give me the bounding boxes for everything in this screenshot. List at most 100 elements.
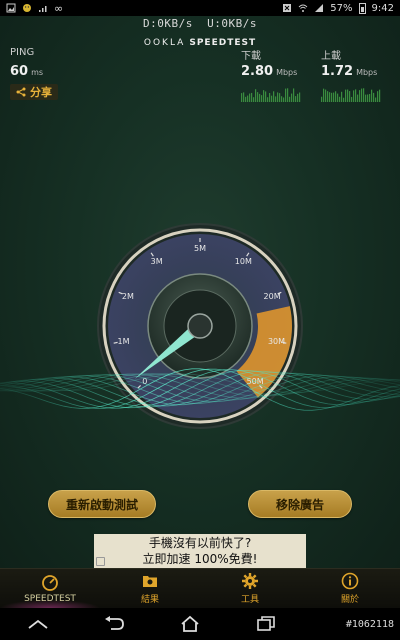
- ad-line-1: 手機沒有以前快了?: [148, 536, 252, 550]
- gauge-needle-cap: [187, 313, 213, 339]
- sparkline-bar: [287, 88, 289, 102]
- download-rate: D:0KB/s: [143, 17, 193, 30]
- sparkline-bar: [255, 89, 257, 102]
- nav-home-button[interactable]: [170, 612, 210, 636]
- sparkline-bar: [349, 91, 351, 102]
- sparkline-bar: [327, 91, 329, 102]
- status-right: 57% 9:42: [282, 2, 394, 14]
- sparkline-bar: [243, 92, 245, 102]
- download-sparkline: [241, 88, 301, 102]
- ookla-logo: OOKLA: [143, 38, 186, 48]
- sparkline-bar: [257, 92, 259, 102]
- tab-about[interactable]: 關於: [300, 569, 400, 608]
- sparkline-bar: [369, 93, 371, 102]
- transfer-rates: D:0KB/s U:0KB/s: [0, 16, 400, 30]
- sparkline-bar: [365, 94, 367, 102]
- upload-label: 上載: [321, 51, 341, 62]
- sparkline-bar: [273, 91, 275, 102]
- sparkline-bar: [367, 94, 369, 102]
- remove-ads-button[interactable]: 移除廣告: [248, 490, 352, 518]
- sparkline-bar: [347, 89, 349, 102]
- chevron-up-icon: [28, 619, 48, 629]
- gallery-icon: [6, 3, 16, 13]
- watermark: #1062118: [345, 619, 394, 630]
- sparkline-bar: [361, 88, 363, 102]
- system-nav-bar: [0, 608, 400, 640]
- ad-banner[interactable]: 手機沒有以前快了? 立即加速 100%免費!: [94, 534, 306, 568]
- share-button[interactable]: 分享: [10, 84, 58, 100]
- bottom-tab-bar: SPEEDTEST 結果 工具 關於: [0, 568, 400, 608]
- download-unit: Mbps: [276, 68, 298, 77]
- sparkline-bar: [357, 94, 359, 102]
- gauge-tick-label: 2M: [122, 292, 134, 301]
- sparkline-bar: [375, 97, 377, 102]
- sparkline-bar: [371, 89, 373, 102]
- nav-back-button[interactable]: [94, 612, 134, 636]
- download-value: 2.80 Mbps: [241, 64, 297, 79]
- sparkline-bar: [355, 89, 357, 102]
- gear-icon: [242, 573, 258, 589]
- sparkline-bar: [293, 88, 295, 102]
- upload-rate: U:0KB/s: [207, 17, 257, 30]
- sparkline-bar: [285, 88, 287, 102]
- tab-speedtest[interactable]: SPEEDTEST: [0, 569, 100, 608]
- wifi-icon: [298, 4, 308, 12]
- sparkline-bar: [241, 93, 243, 102]
- signal-icon: [39, 6, 47, 12]
- speedometer-icon: [42, 574, 58, 591]
- sparkline-bar: [359, 90, 361, 102]
- sparkline-bar: [295, 96, 297, 102]
- gauge-tick-label: 10M: [235, 257, 252, 266]
- sparkline-bar: [251, 92, 253, 102]
- nav-collapse-button[interactable]: [18, 612, 58, 636]
- tab-label: 關於: [340, 595, 359, 605]
- sparkline-bar: [261, 95, 263, 102]
- sparkline-bar: [265, 91, 267, 102]
- sparkline-bar: [281, 96, 283, 102]
- share-label: 分享: [30, 86, 52, 99]
- gauge-tick-label: 3M: [151, 257, 163, 266]
- gauge-tick-label: 20M: [264, 292, 281, 301]
- status-left: ∞: [6, 2, 63, 15]
- cell-signal-icon: [315, 4, 324, 12]
- sparkline-bar: [289, 96, 291, 102]
- tab-results[interactable]: 結果: [100, 569, 200, 608]
- mute-icon: [283, 4, 292, 12]
- restart-test-button[interactable]: 重新啟動測試: [48, 490, 156, 518]
- gauge-tick-label: 1M: [117, 337, 129, 346]
- tab-label: 結果: [140, 595, 159, 605]
- sparkline-bar: [353, 90, 355, 102]
- sparkline-bar: [337, 93, 339, 102]
- recents-icon: [257, 616, 275, 631]
- sparkline-bar: [373, 92, 375, 102]
- ping-number: 60: [10, 64, 29, 79]
- download-label: 下載: [241, 51, 261, 62]
- upload-number: 1.72: [321, 64, 354, 79]
- tab-tools[interactable]: 工具: [200, 569, 300, 608]
- upload-sparkline: [321, 88, 381, 102]
- sparkline-bar: [343, 97, 345, 102]
- brand-logo: OOKLA SPEEDTEST: [144, 38, 256, 48]
- tab-label: 工具: [240, 595, 259, 605]
- battery-icon: [358, 2, 366, 14]
- upload-unit: Mbps: [356, 68, 378, 77]
- sparkline-bar: [269, 93, 271, 102]
- speedtest-screen: D:0KB/s U:0KB/s OOKLA SPEEDTEST PING 60 ms…: [0, 16, 400, 568]
- header: D:0KB/s U:0KB/s OOKLA SPEEDTEST: [0, 16, 400, 48]
- sparkline-bar: [291, 93, 293, 102]
- ad-line-2: 立即加速 100%免費!: [142, 552, 258, 566]
- ping-label: PING: [10, 47, 35, 58]
- results-folder-icon: [143, 576, 157, 587]
- sparkline-bar: [259, 93, 261, 102]
- share-icon: [16, 87, 26, 97]
- ad-choices-icon[interactable]: [96, 557, 105, 566]
- sparkline-bar: [377, 91, 379, 102]
- ping-value: 60 ms: [10, 64, 43, 79]
- tab-label: SPEEDTEST: [24, 593, 76, 604]
- sparkline-bar: [277, 92, 279, 102]
- nav-recents-button[interactable]: [246, 612, 286, 636]
- smiley-icon: [23, 4, 31, 12]
- sparkline-bar: [331, 92, 333, 102]
- sparkline-bar: [329, 92, 331, 102]
- sparkline-bar: [333, 92, 335, 102]
